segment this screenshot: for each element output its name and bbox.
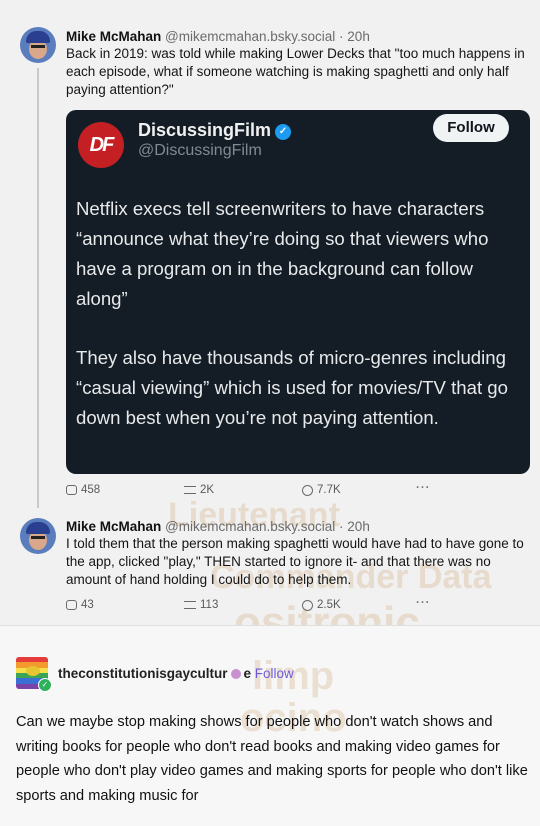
repost-button[interactable]: 113	[184, 599, 218, 611]
username-end: e	[243, 666, 252, 681]
checkmark-icon: ✓	[38, 678, 52, 692]
more-options-icon[interactable]: ···	[416, 597, 431, 609]
pride-icon	[230, 669, 241, 679]
reply-count: 458	[81, 484, 101, 496]
author-handle[interactable]: @mikemcmahan.bsky.social · 20h	[165, 519, 370, 534]
like-count: 2.5K	[317, 599, 341, 611]
quoted-paragraph-2: They also have thousands of micro-genres…	[76, 347, 508, 428]
heart-icon	[302, 484, 313, 496]
author-name[interactable]: Mike McMahan	[66, 519, 161, 534]
thread-line	[37, 68, 39, 508]
quoted-author-name-text: DiscussingFilm	[138, 120, 272, 140]
avatar[interactable]	[20, 518, 56, 554]
quoted-author-handle: @DiscussingFilm	[138, 142, 262, 159]
tumblr-follow-button[interactable]: Follow	[255, 666, 294, 681]
post-text: I told them that the person making spagh…	[66, 536, 524, 587]
quoted-post-card[interactable]: DF DiscussingFilm ✓ @DiscussingFilm Follo…	[66, 110, 530, 474]
reply-icon	[66, 485, 77, 495]
reply-button[interactable]: 458	[66, 484, 100, 496]
tumblr-username[interactable]: theconstitutionisgaycultur e Follow	[58, 666, 294, 681]
reply-count: 43	[81, 599, 94, 611]
author-handle[interactable]: @mikemcmahan.bsky.social · 20h	[165, 29, 370, 44]
post-1: Mike McMahan @mikemcmahan.bsky.social · …	[66, 28, 532, 99]
bluesky-thread: Lieutenant Commander Data ositronic Mike…	[0, 0, 540, 647]
discussingfilm-logo[interactable]: DF	[78, 122, 124, 168]
reply-icon	[66, 600, 77, 610]
quoted-post-text: Netflix execs tell screenwriters to have…	[76, 194, 526, 462]
post-text: Back in 2019: was told while making Lowe…	[66, 46, 525, 97]
repost-button[interactable]: 2K	[184, 484, 214, 496]
like-button[interactable]: 2.5K	[302, 599, 341, 611]
heart-icon	[302, 599, 313, 611]
follow-button[interactable]: Follow	[433, 114, 509, 142]
repost-icon	[184, 486, 196, 494]
snake-icon	[26, 666, 40, 676]
tumblr-post: limp ocino ✓ theconstitutionisgaycultur e…	[0, 625, 540, 826]
author-name[interactable]: Mike McMahan	[66, 29, 161, 44]
like-button[interactable]: 7.7K	[302, 484, 341, 496]
verified-badge-icon: ✓	[275, 124, 292, 140]
tumblr-post-text: Can we maybe stop making shows for peopl…	[16, 714, 528, 804]
post-header: Mike McMahan @mikemcmahan.bsky.social · …	[66, 28, 532, 45]
username-text: theconstitutionisgaycultur	[58, 666, 228, 681]
reply-button[interactable]: 43	[66, 599, 94, 611]
post-1-actions: 458 2K 7.7K ···	[66, 482, 446, 500]
more-options-icon[interactable]: ···	[416, 482, 431, 494]
post-2-actions: 43 113 2.5K ···	[66, 597, 446, 615]
quoted-author-name[interactable]: DiscussingFilm ✓	[138, 120, 292, 141]
repost-count: 113	[200, 599, 219, 611]
post-2: Mike McMahan @mikemcmahan.bsky.social · …	[66, 518, 532, 589]
post-header: Mike McMahan @mikemcmahan.bsky.social · …	[66, 518, 532, 535]
avatar[interactable]	[20, 27, 56, 63]
repost-icon	[184, 601, 196, 609]
quoted-paragraph-1: Netflix execs tell screenwriters to have…	[76, 198, 489, 309]
like-count: 7.7K	[317, 484, 341, 496]
repost-count: 2K	[200, 484, 215, 496]
